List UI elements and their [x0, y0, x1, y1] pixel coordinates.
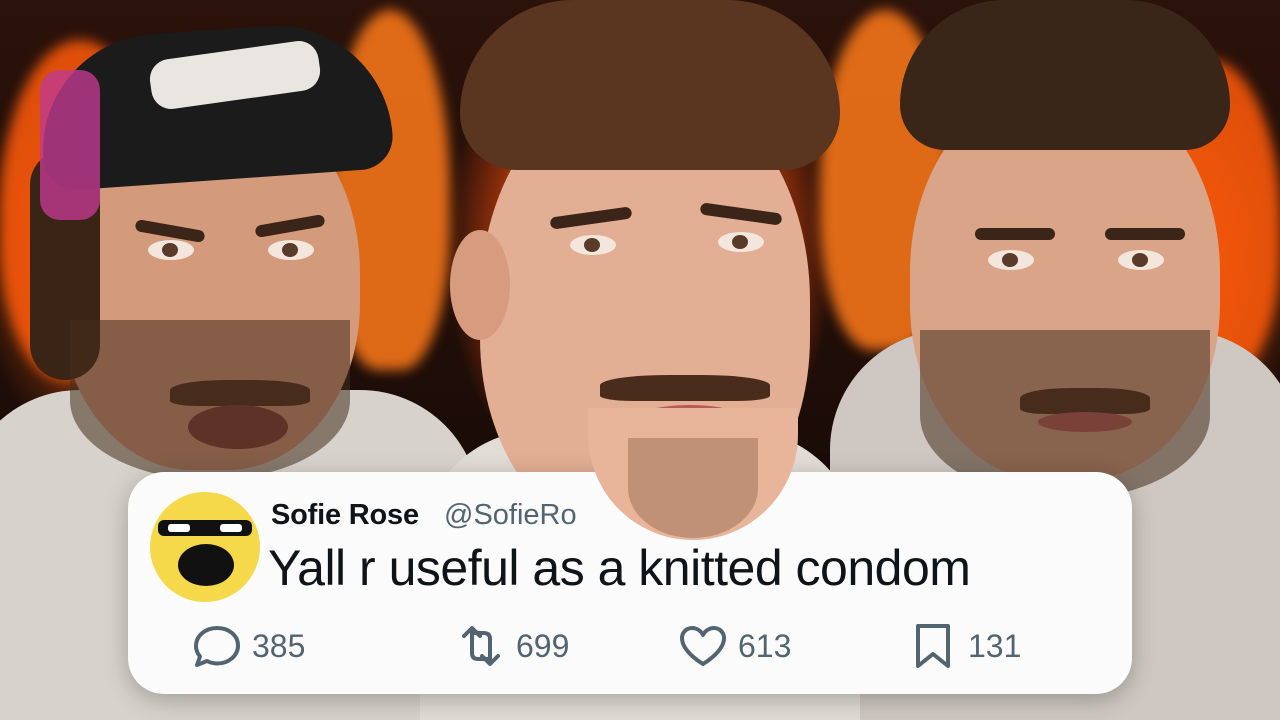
left-person-beard [70, 320, 350, 480]
right-person-eye [1118, 250, 1164, 270]
bookmark-button[interactable]: 131 [906, 622, 1021, 670]
middle-person-hair [460, 0, 840, 170]
middle-person-eye [718, 232, 764, 252]
heart-icon [680, 626, 726, 666]
right-person-brow [1105, 228, 1185, 240]
avatar-mouth [178, 544, 234, 586]
bookmark-count: 131 [968, 627, 1022, 664]
retweet-icon [462, 626, 500, 666]
cartoon-face-avatar-icon[interactable] [150, 492, 260, 602]
avatar-eyes [158, 520, 252, 536]
right-person-hair [900, 0, 1230, 150]
left-person-eye [148, 240, 194, 260]
author-handle[interactable]: @SofieRo [444, 499, 577, 532]
thumbnail-background: Sofie Rose @SofieRo Yall r useful as a k… [0, 0, 1280, 720]
retweet-button[interactable]: 699 [454, 622, 569, 670]
middle-person-mustache [600, 375, 770, 401]
speech-bubble-icon [194, 626, 240, 667]
bookmark-icon [916, 624, 950, 668]
like-button[interactable]: 613 [676, 622, 791, 670]
right-person-brow [975, 228, 1055, 240]
author-name[interactable]: Sofie Rose [271, 499, 419, 532]
bandana-pink-pattern [40, 70, 100, 220]
like-count: 613 [738, 627, 792, 664]
left-person-eye [268, 240, 314, 260]
middle-person-eye [570, 235, 616, 255]
tweet-text: Yall r useful as a knitted condom [268, 540, 971, 596]
reply-button[interactable]: 385 [190, 622, 305, 670]
retweet-count: 699 [516, 627, 570, 664]
right-person-eye [988, 250, 1034, 270]
middle-person-ear [450, 230, 510, 340]
middle-person-chin-stubble [628, 438, 758, 538]
reply-count: 385 [252, 627, 306, 664]
